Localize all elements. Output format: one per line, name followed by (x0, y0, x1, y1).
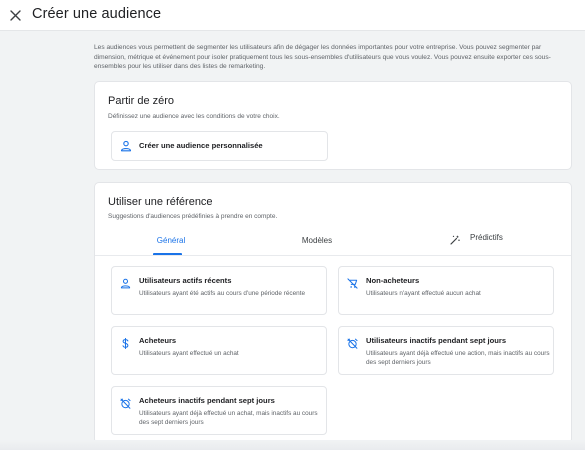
suggestion-description: Utilisateurs n'ayant effectué aucun acha… (366, 290, 481, 297)
suggestion-description: Utilisateurs ayant été actifs au cours d… (139, 290, 306, 297)
suggestion-title: Acheteurs inactifs pendant sept jours (139, 396, 275, 405)
person-icon (120, 140, 132, 152)
close-icon (9, 9, 21, 21)
suggestion-title: Non-acheteurs (366, 276, 420, 285)
tab-predictifs[interactable]: Prédictifs (450, 233, 530, 256)
suggestion-title: Utilisateurs inactifs pendant sept jours (366, 336, 507, 345)
suggestion-inactive-purchasers-7-days[interactable]: Acheteurs inactifs pendant sept jours Ut… (111, 386, 327, 435)
tab-predictifs-label: Prédictifs (470, 233, 503, 242)
alarm-off-icon (347, 338, 358, 349)
alarm-off-icon (120, 398, 131, 409)
close-button[interactable] (6, 6, 24, 24)
dollar-icon (122, 338, 129, 349)
suggestion-title: Acheteurs (139, 336, 177, 345)
suggestion-title: Utilisateurs actifs récents (139, 276, 232, 285)
create-custom-audience-label: Créer une audience personnalisée (139, 141, 263, 150)
no-purchase-icon (347, 278, 358, 289)
reference-card: Utiliser une référence Suggestions d'aud… (94, 182, 572, 444)
suggestion-description: Utilisateurs ayant effectué un achat (139, 350, 239, 357)
tab-modeles[interactable]: Modèles (278, 236, 356, 256)
from-scratch-heading: Partir de zéro (108, 95, 175, 107)
bottom-shadow (0, 440, 585, 450)
reference-heading: Utiliser une référence (108, 196, 213, 208)
magic-wand-icon (450, 235, 460, 245)
suggestion-non-purchasers[interactable]: Non-acheteurs Utilisateurs n'ayant effec… (338, 266, 554, 315)
tabs-divider (95, 255, 571, 256)
reference-subheading: Suggestions d'audiences prédéfinies à pr… (108, 213, 278, 220)
suggestion-inactive-users-7-days[interactable]: Utilisateurs inactifs pendant sept jours… (338, 326, 554, 375)
intro-text: Les audiences vous permettent de segment… (94, 44, 551, 71)
from-scratch-subheading: Définissez une audience avec les conditi… (108, 113, 280, 120)
suggestion-description: Utilisateurs ayant déjà effectué une act… (366, 350, 550, 366)
top-app-bar: Créer une audience (0, 0, 585, 31)
person-icon (120, 278, 131, 289)
create-custom-audience-button[interactable]: Créer une audience personnalisée (111, 131, 328, 161)
suggestion-description: Utilisateurs ayant déjà effectué un acha… (139, 410, 318, 426)
from-scratch-card: Partir de zéro Définissez une audience a… (94, 81, 572, 170)
page-title: Créer une audience (32, 6, 162, 22)
suggestion-recent-active-users[interactable]: Utilisateurs actifs récents Utilisateurs… (111, 266, 327, 315)
suggestion-purchasers[interactable]: Acheteurs Utilisateurs ayant effectué un… (111, 326, 327, 375)
